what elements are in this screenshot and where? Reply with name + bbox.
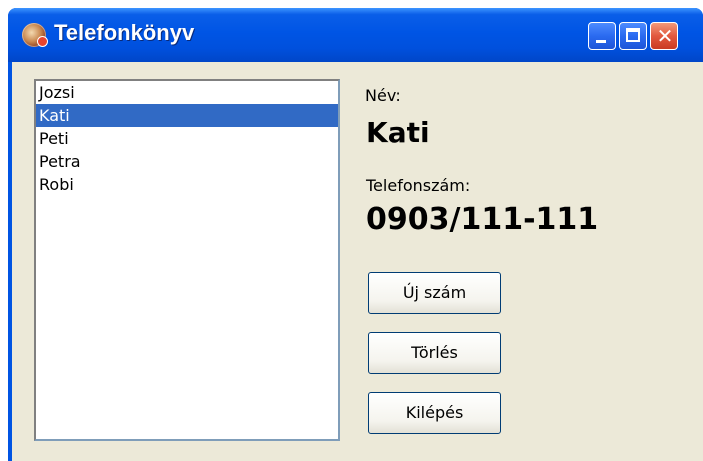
list-item-jozsi[interactable]: Jozsi — [36, 81, 338, 104]
name-value: Kati — [366, 116, 430, 149]
minimize-button[interactable] — [588, 22, 616, 50]
phone-value: 0903/111-111 — [366, 202, 599, 237]
list-item-petra[interactable]: Petra — [36, 150, 338, 173]
list-item-robi[interactable]: Robi — [36, 173, 338, 196]
minimize-icon — [596, 40, 606, 43]
app-icon — [22, 23, 48, 47]
phone-label: Telefonszám: — [366, 176, 471, 195]
exit-button[interactable]: Kilépés — [368, 392, 501, 434]
close-icon: ✕ — [656, 24, 674, 48]
maximize-button[interactable] — [619, 22, 647, 50]
window-title: Telefonkönyv — [54, 20, 195, 45]
maximize-icon — [626, 28, 640, 42]
name-label: Név: — [365, 86, 401, 105]
delete-button[interactable]: Törlés — [368, 332, 501, 374]
list-item-kati[interactable]: Kati — [36, 104, 338, 127]
list-item-peti[interactable]: Peti — [36, 127, 338, 150]
app-icon-badge — [37, 36, 48, 47]
app-window: Telefonkönyv ✕ Jozsi Kati Peti Petra Rob… — [8, 8, 703, 461]
close-button[interactable]: ✕ — [650, 22, 678, 50]
new-number-button[interactable]: Új szám — [368, 272, 501, 314]
title-bar[interactable]: Telefonkönyv ✕ — [8, 8, 703, 62]
client-area: Jozsi Kati Peti Petra Robi Név: Kati Tel… — [12, 62, 703, 461]
contact-listbox[interactable]: Jozsi Kati Peti Petra Robi — [34, 79, 340, 441]
